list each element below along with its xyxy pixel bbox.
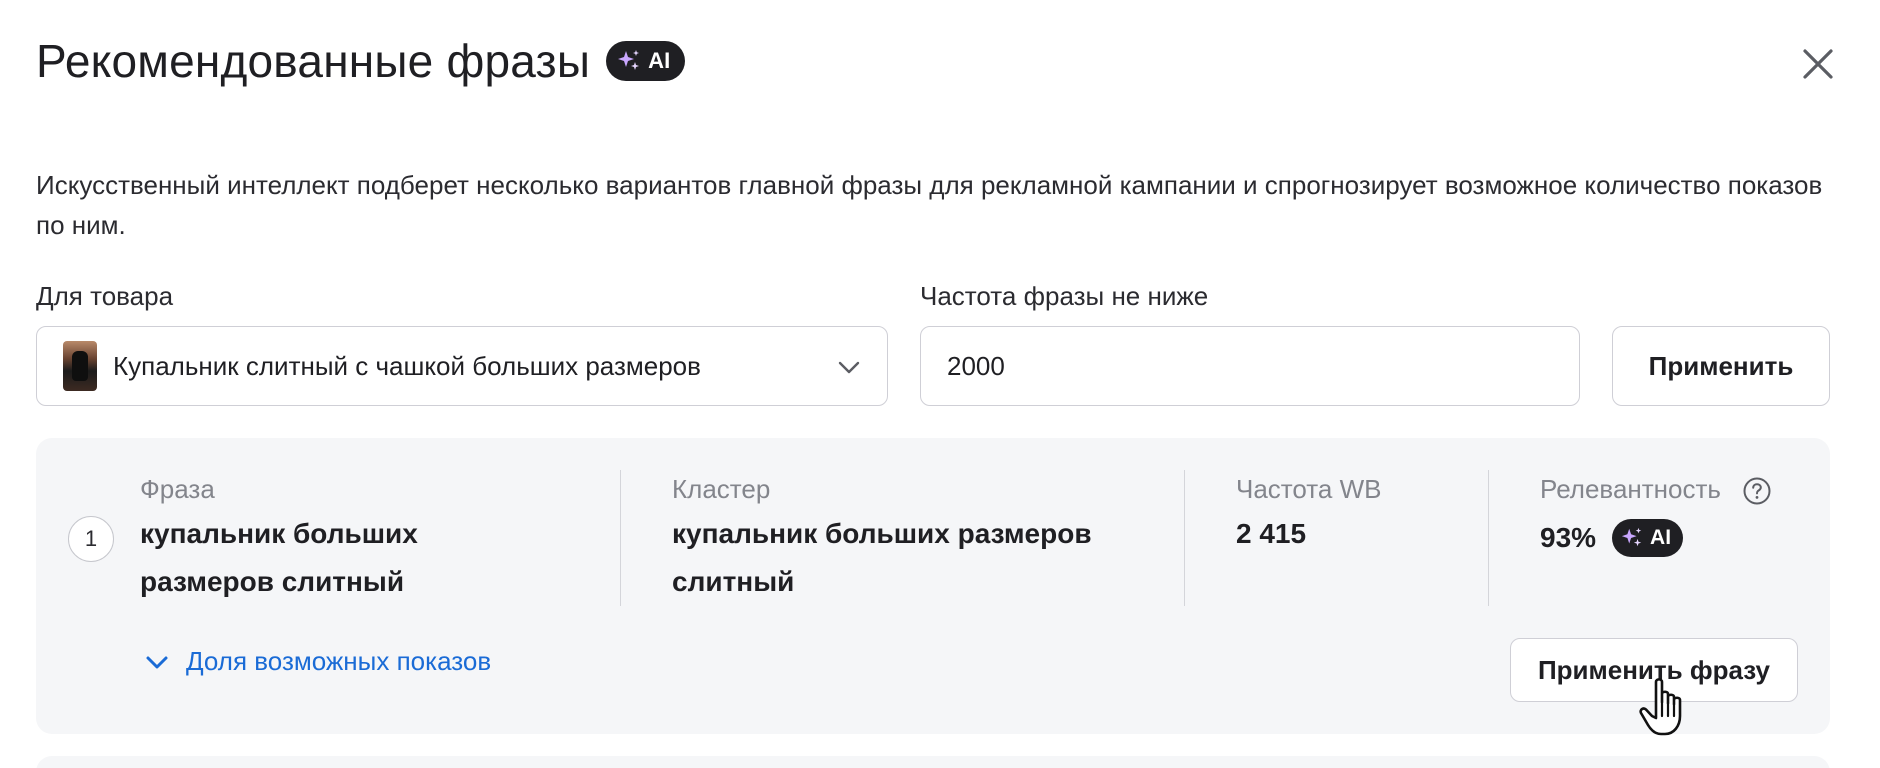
phrase-result-card: 1 Фраза купальник больших размеров слитн… xyxy=(36,438,1830,734)
sparkles-icon xyxy=(618,50,640,70)
chevron-down-icon xyxy=(838,361,860,374)
column-divider xyxy=(1184,470,1185,606)
ai-badge-label: AI xyxy=(648,48,671,73)
modal-title: Рекомендованные фразы xyxy=(36,35,591,87)
cluster-header: Кластер xyxy=(672,474,771,504)
relevance-value-row: 93% AI xyxy=(1540,514,1772,562)
relevance-header-row: Релевантность xyxy=(1540,474,1772,506)
ai-badge-label: AI xyxy=(1650,526,1672,550)
recommended-phrases-modal: Рекомендованные фразы AI Искусственный и… xyxy=(0,0,1880,768)
ai-badge: AI xyxy=(606,41,685,81)
result-index: 1 xyxy=(68,516,114,562)
apply-button[interactable]: Применить xyxy=(1612,326,1830,406)
relevance-column: Релевантность 93% AI xyxy=(1540,474,1772,562)
frequency-column: Частота WB 2 415 xyxy=(1236,474,1381,558)
phrase-value: купальник больших размеров слитный xyxy=(140,510,418,606)
frequency-label: Частота фразы не ниже xyxy=(920,281,1209,311)
close-icon xyxy=(1803,49,1833,79)
product-select[interactable]: Купальник слитный с чашкой больших разме… xyxy=(36,326,888,406)
sparkles-icon xyxy=(1621,527,1642,547)
frequency-input-value: 2000 xyxy=(947,350,1005,381)
phrase-header: Фраза xyxy=(140,474,215,504)
column-divider xyxy=(1488,470,1489,606)
relevance-header: Релевантность xyxy=(1540,474,1721,504)
modal-title-row: Рекомендованные фразы AI xyxy=(36,34,685,88)
chevron-down-icon xyxy=(146,656,168,668)
product-select-value: Купальник слитный с чашкой больших разме… xyxy=(113,350,701,381)
ai-badge: AI xyxy=(1612,519,1684,558)
phrase-column: Фраза купальник больших размеров слитный xyxy=(140,474,418,606)
close-button[interactable] xyxy=(1796,42,1840,86)
cluster-column: Кластер купальник больших размеров слитн… xyxy=(672,474,1092,606)
relevance-value: 93% xyxy=(1540,522,1597,554)
frequency-value: 2 415 xyxy=(1236,518,1307,549)
cluster-value: купальник больших размеров слитный xyxy=(672,510,1092,606)
phrase-line-2: размеров слитный xyxy=(140,566,405,597)
modal-description: Искусственный интеллект подберет несколь… xyxy=(36,170,1823,240)
column-divider xyxy=(620,470,621,606)
apply-phrase-button[interactable]: Применить фразу xyxy=(1510,638,1798,702)
cluster-line-2: слитный xyxy=(672,566,795,597)
share-of-impressions-label: Доля возможных показов xyxy=(186,646,492,676)
next-result-card xyxy=(36,756,1830,768)
share-of-impressions-toggle[interactable]: Доля возможных показов xyxy=(144,646,491,677)
cluster-line-1: купальник больших размеров xyxy=(672,518,1092,549)
phrase-line-1: купальник больших xyxy=(140,518,418,549)
frequency-input[interactable]: 2000 xyxy=(920,326,1580,406)
frequency-header: Частота WB xyxy=(1236,474,1382,504)
product-thumbnail xyxy=(63,341,97,391)
help-circle-icon[interactable] xyxy=(1742,476,1772,506)
product-label: Для товара xyxy=(36,281,174,311)
